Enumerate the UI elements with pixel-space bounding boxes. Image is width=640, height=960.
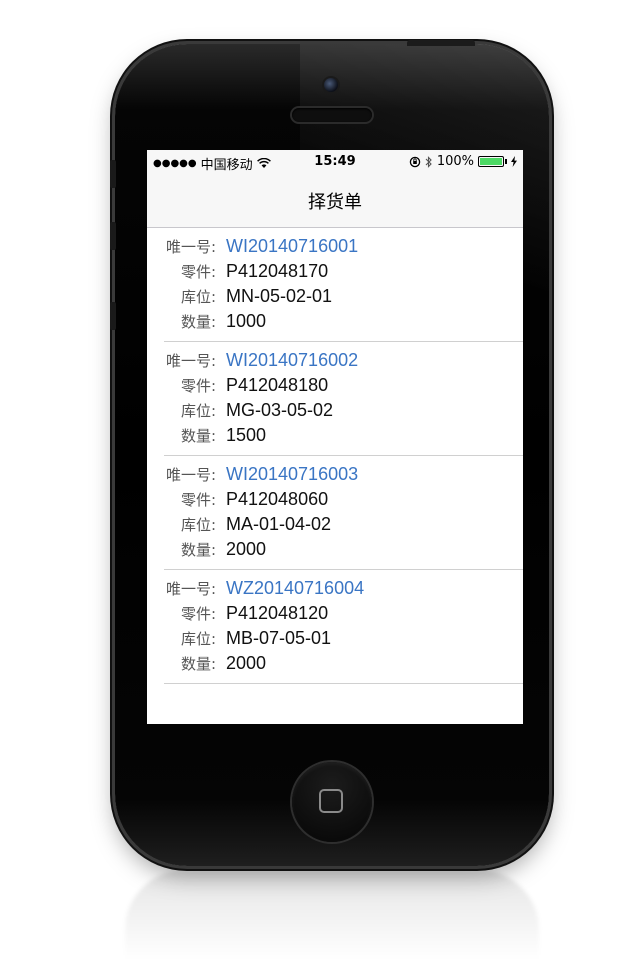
- list-item[interactable]: 唯一号: WI20140716002 零件: P412048180 库位: MG-03…: [164, 342, 523, 456]
- item-id-link[interactable]: WI20140716003: [226, 464, 358, 485]
- quantity-line: 数量: 2000: [164, 653, 266, 674]
- part-line: 零件: P412048120: [164, 603, 328, 624]
- mute-switch: [110, 160, 116, 188]
- battery-percent: 100%: [436, 154, 474, 169]
- page-title: 择货单: [308, 191, 362, 213]
- location-value: MA-01-04-02: [226, 514, 332, 534]
- screen: ●●●●● 中国移动 15:49 100% 择货单 唯一号: WI2014071…: [147, 150, 523, 724]
- id-label: 唯一号:: [165, 238, 216, 256]
- status-bar: ●●●●● 中国移动 15:49 100%: [147, 150, 523, 174]
- phone-reflection: [125, 870, 539, 960]
- status-right: 100%: [409, 154, 517, 169]
- item-id-link[interactable]: WZ20140716004: [226, 578, 364, 599]
- quantity-label: 数量:: [180, 313, 216, 331]
- part-value: P412048170: [226, 261, 329, 281]
- quantity-value: 1500: [226, 425, 267, 445]
- front-camera: [324, 78, 338, 92]
- id-label: 唯一号:: [165, 466, 216, 484]
- home-square-icon: [319, 789, 343, 813]
- part-label: 零件:: [180, 263, 216, 281]
- bolt-icon: [511, 156, 517, 167]
- part-label: 零件:: [180, 377, 216, 395]
- part-line: 零件: P412048180: [164, 375, 328, 396]
- id-label: 唯一号:: [165, 580, 216, 598]
- item-id-link[interactable]: WI20140716002: [226, 350, 358, 371]
- quantity-label: 数量:: [180, 541, 216, 559]
- picking-list: 唯一号: WI20140716001 零件: P412048170 库位: MN-05…: [147, 228, 523, 684]
- battery-icon: [478, 156, 504, 167]
- quantity-line: 数量: 1500: [164, 425, 266, 446]
- quantity-value: 2000: [226, 539, 267, 559]
- id-label: 唯一号:: [165, 352, 216, 370]
- item-id-link[interactable]: WI20140716001: [226, 236, 358, 257]
- quantity-value: 2000: [226, 653, 267, 673]
- quantity-label: 数量:: [180, 427, 216, 445]
- location-label: 库位:: [180, 402, 216, 420]
- quantity-line: 数量: 1000: [164, 311, 266, 332]
- bluetooth-icon: [425, 155, 432, 168]
- id-line: 唯一号: WI20140716001: [164, 236, 358, 257]
- location-value: MG-03-05-02: [226, 400, 334, 420]
- home-button[interactable]: [292, 762, 372, 842]
- part-value: P412048060: [226, 489, 329, 509]
- part-line: 零件: P412048170: [164, 261, 328, 282]
- id-line: 唯一号: WI20140716002: [164, 350, 358, 371]
- quantity-line: 数量: 2000: [164, 539, 266, 560]
- id-line: 唯一号: WI20140716003: [164, 464, 358, 485]
- nav-bar: 择货单: [147, 174, 523, 228]
- battery-fill: [480, 158, 502, 165]
- volume-up-button: [110, 222, 116, 250]
- part-value: P412048180: [226, 375, 329, 395]
- earpiece-speaker: [292, 108, 372, 122]
- list-item[interactable]: 唯一号: WI20140716001 零件: P412048170 库位: MN-05…: [164, 228, 523, 342]
- location-line: 库位: MA-01-04-02: [164, 514, 331, 535]
- part-label: 零件:: [180, 605, 216, 623]
- rotation-lock-icon: [409, 156, 421, 167]
- location-line: 库位: MG-03-05-02: [164, 400, 333, 421]
- location-value: MB-07-05-01: [226, 628, 332, 648]
- part-value: P412048120: [226, 603, 329, 623]
- list-item[interactable]: 唯一号: WZ20140716004 零件: P412048120 库位: MB-07…: [164, 570, 523, 684]
- part-line: 零件: P412048060: [164, 489, 328, 510]
- id-line: 唯一号: WZ20140716004: [164, 578, 364, 599]
- quantity-label: 数量:: [180, 655, 216, 673]
- list-item[interactable]: 唯一号: WI20140716003 零件: P412048060 库位: MA-01…: [164, 456, 523, 570]
- power-button: [407, 40, 475, 46]
- location-label: 库位:: [180, 288, 216, 306]
- volume-down-button: [110, 302, 116, 330]
- location-value: MN-05-02-01: [226, 286, 333, 306]
- battery-tip: [505, 159, 507, 164]
- location-line: 库位: MB-07-05-01: [164, 628, 331, 649]
- location-label: 库位:: [180, 516, 216, 534]
- location-line: 库位: MN-05-02-01: [164, 286, 332, 307]
- location-label: 库位:: [180, 630, 216, 648]
- quantity-value: 1000: [226, 311, 267, 331]
- part-label: 零件:: [180, 491, 216, 509]
